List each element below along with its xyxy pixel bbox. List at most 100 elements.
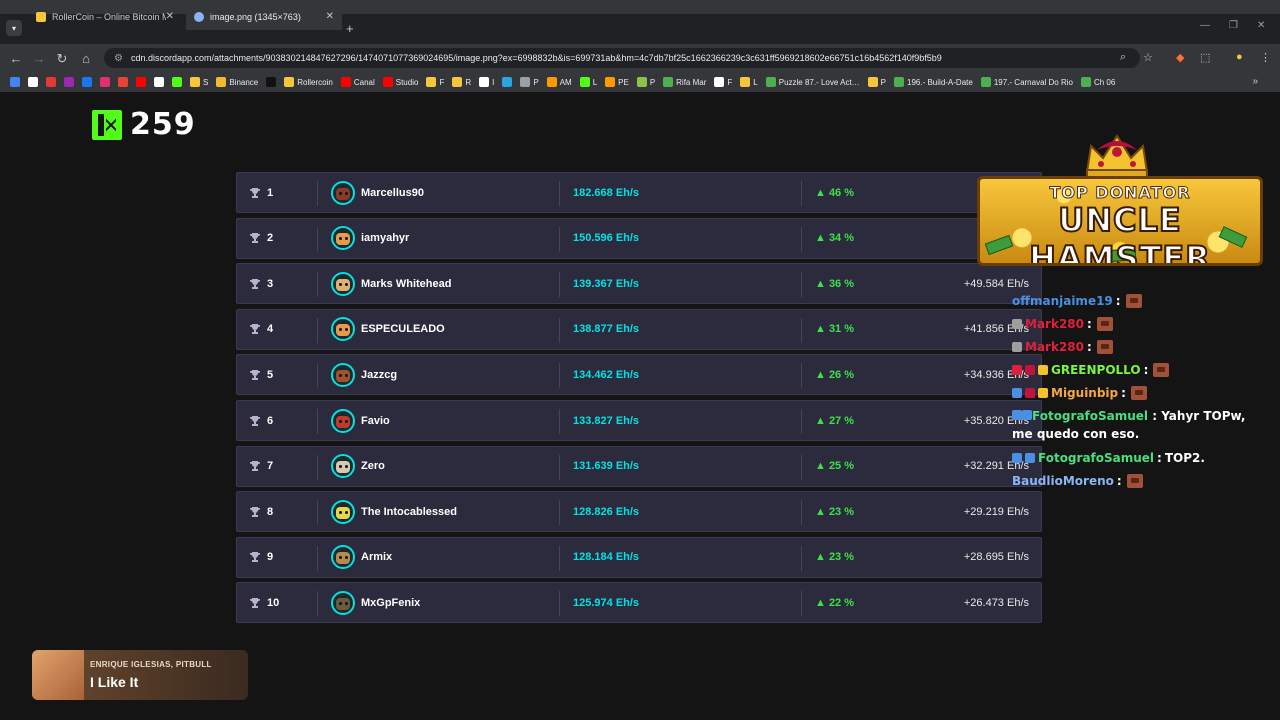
- player-cell[interactable]: Marks Whitehead: [331, 271, 452, 296]
- bookmark-item[interactable]: [8, 74, 22, 90]
- bookmark-favicon-icon: [216, 77, 227, 87]
- bookmark-item[interactable]: [62, 74, 76, 90]
- player-cell[interactable]: Armix: [331, 545, 393, 570]
- bookmark-item[interactable]: [98, 74, 112, 90]
- bookmark-item[interactable]: P: [635, 74, 657, 90]
- bookmark-item[interactable]: [170, 74, 184, 90]
- bookmark-item[interactable]: [44, 74, 58, 90]
- player-cell[interactable]: Jazzcg: [331, 362, 398, 387]
- bookmark-item[interactable]: P: [866, 74, 888, 90]
- globe-icon: [194, 11, 204, 22]
- bookmark-item[interactable]: S: [188, 74, 210, 90]
- rank-number: 7: [267, 460, 274, 473]
- close-tab-icon[interactable]: ✕: [166, 11, 174, 22]
- tab-list-button[interactable]: ▾: [6, 20, 22, 36]
- column-divider: [559, 272, 560, 298]
- home-icon[interactable]: ⌂: [78, 51, 94, 66]
- chat-username[interactable]: BaudlioMoreno: [1012, 472, 1114, 490]
- bookmark-item[interactable]: 197.- Carnaval Do Rio: [979, 74, 1075, 90]
- player-name: Jazzcg: [361, 368, 398, 381]
- bookmark-item[interactable]: Rollercoin: [282, 74, 335, 90]
- browser-chrome: ▾ RollerCoin – Online Bitcoin Mi… ✕ imag…: [0, 0, 1280, 92]
- minimize-icon[interactable]: —: [1200, 20, 1210, 31]
- bookmark-item[interactable]: 196.- Build-A-Date: [892, 74, 975, 90]
- reload-icon[interactable]: ↻: [54, 51, 70, 67]
- chat-badge-icon: [1012, 388, 1022, 398]
- bookmark-item[interactable]: F: [712, 74, 734, 90]
- address-bar[interactable]: ⚙ cdn.discordapp.com/attachments/9038302…: [104, 48, 1140, 68]
- column-divider: [801, 409, 802, 434]
- bookmark-item[interactable]: R: [450, 74, 473, 90]
- site-info-icon[interactable]: ⚙: [114, 53, 123, 64]
- restore-icon[interactable]: ❐: [1229, 20, 1238, 31]
- player-cell[interactable]: iamyahyr: [331, 226, 409, 251]
- bookmark-item[interactable]: Canal: [339, 74, 377, 90]
- chat-username[interactable]: Mark280: [1025, 315, 1084, 333]
- bookmark-item[interactable]: [134, 74, 148, 90]
- bookmark-item[interactable]: Studio: [381, 74, 421, 90]
- chat-separator: :: [1087, 317, 1092, 331]
- bookmark-item[interactable]: [152, 74, 166, 90]
- bookmark-item[interactable]: Puzzle 87.- Love Act…: [764, 74, 862, 90]
- close-window-icon[interactable]: ✕: [1257, 20, 1265, 31]
- bookmark-favicon-icon: [46, 77, 56, 87]
- hash-power: 128.826 Eh/s: [573, 505, 640, 518]
- extension-fox-icon[interactable]: ◆: [1176, 51, 1184, 64]
- bookmark-item[interactable]: [264, 74, 278, 90]
- chat-username[interactable]: Mark280: [1025, 338, 1084, 356]
- tab-image[interactable]: image.png (1345×763) ✕: [186, 3, 342, 30]
- player-cell[interactable]: ESPECULEADO: [331, 317, 445, 342]
- bookmark-star-icon[interactable]: ☆: [1143, 51, 1153, 64]
- bookmark-favicon-icon: [190, 77, 200, 87]
- bookmark-item[interactable]: [500, 74, 514, 90]
- bookmark-item[interactable]: P: [518, 74, 540, 90]
- column-divider: [317, 591, 318, 617]
- leaderboard-row: 10 MxGpFenix 125.974 Eh/s ▲ 22 % +26.473 Eh/…: [236, 582, 1042, 624]
- bookmark-item[interactable]: Rifa Mar: [661, 74, 708, 90]
- column-divider: [801, 500, 802, 526]
- chat-username[interactable]: Miguinbip: [1051, 384, 1118, 402]
- player-cell[interactable]: Favio: [331, 408, 390, 433]
- power-increase-percent: ▲ 23 %: [815, 505, 855, 518]
- back-icon[interactable]: ←: [8, 51, 24, 66]
- bookmark-item[interactable]: L: [738, 74, 759, 90]
- player-cell[interactable]: Zero: [331, 454, 385, 479]
- player-name: Armix: [361, 551, 393, 564]
- bookmark-item[interactable]: L: [578, 74, 599, 90]
- profile-avatar-icon[interactable]: ●: [1236, 51, 1243, 63]
- player-cell[interactable]: MxGpFenix: [331, 590, 420, 615]
- tab-rollercoin[interactable]: RollerCoin – Online Bitcoin Mi… ✕: [28, 3, 182, 30]
- forward-icon[interactable]: →: [31, 51, 47, 66]
- new-tab-button[interactable]: +: [346, 21, 354, 36]
- viewer-count: 259: [130, 107, 196, 142]
- close-tab-icon[interactable]: ✕: [326, 11, 334, 22]
- menu-kebab-icon[interactable]: ⋮: [1260, 51, 1271, 64]
- chat-username[interactable]: FotografoSamuel: [1032, 409, 1148, 423]
- bookmark-item[interactable]: AM: [545, 74, 574, 90]
- rank-cell: 2: [249, 232, 273, 244]
- leaderboard-row: 1Marcellus90182.668 Eh/s▲ 46 %+8: [236, 172, 1042, 213]
- player-cell[interactable]: The Intocablessed: [331, 499, 457, 524]
- chat-username[interactable]: offmanjaime19: [1012, 292, 1113, 310]
- bookmark-item[interactable]: I: [477, 74, 496, 90]
- player-name: Marks Whitehead: [361, 277, 452, 290]
- extensions-puzzle-icon[interactable]: ⬚: [1200, 51, 1210, 64]
- chat-username[interactable]: GREENPOLLO: [1051, 361, 1141, 379]
- bookmark-item[interactable]: [116, 74, 130, 90]
- bookmark-favicon-icon: [452, 77, 463, 87]
- player-cell[interactable]: Marcellus90: [331, 180, 424, 205]
- zoom-icon[interactable]: ⌕: [1120, 51, 1126, 64]
- bookmark-item[interactable]: Binance: [214, 74, 260, 90]
- bookmark-favicon-icon: [980, 77, 991, 87]
- bookmark-item[interactable]: PE: [603, 74, 631, 90]
- bookmark-favicon-icon: [502, 77, 513, 87]
- bookmark-item[interactable]: F: [424, 74, 446, 90]
- chat-username[interactable]: FotografoSamuel: [1038, 449, 1154, 467]
- bookmark-item[interactable]: [80, 74, 94, 90]
- rank-number: 2: [267, 232, 274, 245]
- power-increase-percent: ▲ 25 %: [815, 460, 855, 473]
- column-divider: [801, 317, 802, 343]
- bookmark-item[interactable]: Ch 06: [1079, 74, 1117, 90]
- bookmark-item[interactable]: [26, 74, 40, 90]
- bookmarks-overflow-icon[interactable]: »: [1252, 76, 1258, 87]
